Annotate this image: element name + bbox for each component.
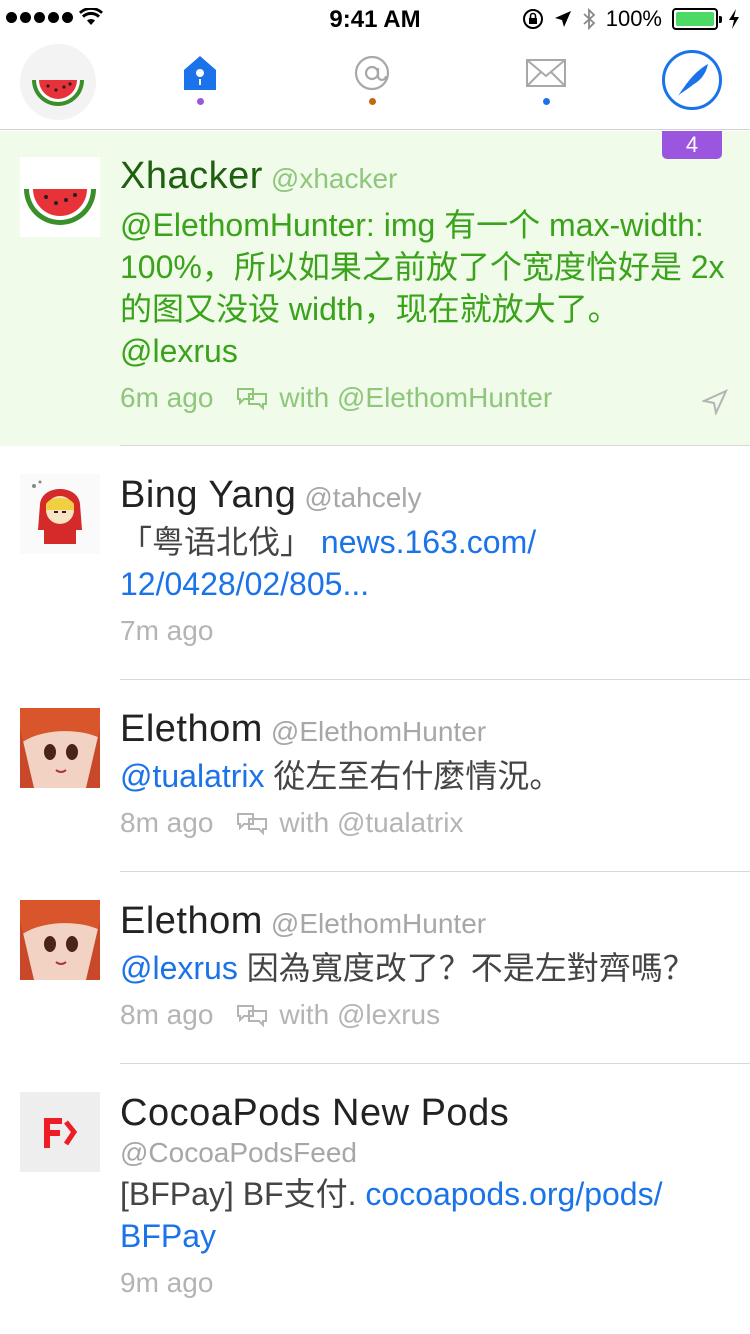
mention-link[interactable]: @lexrus	[120, 950, 238, 986]
tweet-item[interactable]: CocoaPods New Pods @CocoaPodsFeed [BFPay…	[0, 1064, 750, 1334]
bluetooth-icon	[583, 8, 596, 30]
nav-bar	[0, 40, 750, 130]
tweet-header: Bing Yang @tahcely	[120, 474, 730, 517]
tweet-text: 「粤语北伐」 news.163.com/ 12/0428/02/805...	[120, 521, 730, 605]
tweet-time: 6m ago	[120, 382, 214, 413]
watermelon-icon	[32, 80, 84, 106]
tweet-text: [BFPay] BF支付. cocoapods.org/pods/ BFPay	[120, 1173, 730, 1257]
tweet-text: @lexrus 因為寬度改了？不是左對齊嗎？	[120, 947, 730, 989]
watermelon-icon	[24, 189, 96, 225]
user-name[interactable]: Bing Yang	[120, 474, 296, 516]
charging-icon	[729, 9, 739, 29]
location-arrow-icon	[554, 11, 571, 27]
user-handle[interactable]: @ElethomHunter	[271, 908, 486, 939]
conversation-link[interactable]: with @lexrus	[235, 999, 440, 1031]
battery-icon	[672, 8, 722, 30]
quill-icon	[678, 64, 708, 96]
avatar[interactable]	[20, 708, 100, 788]
avatar[interactable]	[20, 900, 100, 980]
conversation-link[interactable]: with @tualatrix	[235, 807, 463, 839]
hooded-girl-icon	[32, 480, 82, 544]
conversation-icon	[237, 388, 268, 411]
user-name[interactable]: CocoaPods New Pods	[120, 1092, 730, 1135]
tweet-meta: 7m ago	[120, 615, 730, 647]
tweet-text-rest: 從左至右什麼情況。	[264, 758, 562, 794]
conversation-with: with @tualatrix	[279, 807, 464, 838]
at-sign-icon	[354, 55, 390, 91]
tweet-time: 9m ago	[120, 1267, 214, 1298]
user-name[interactable]: Elethom	[120, 900, 263, 942]
tweet-text: @ElethomHunter: img 有一个 max-width: 100%，…	[120, 207, 725, 369]
status-bar: 9:41 AM 100%	[0, 0, 750, 40]
conversation-icon	[237, 1005, 268, 1028]
tab-mentions-indicator	[368, 98, 376, 105]
status-right: 100%	[522, 6, 740, 32]
battery-percent: 100%	[605, 6, 662, 31]
avatar[interactable]	[20, 157, 100, 237]
user-handle[interactable]: @xhacker	[271, 163, 397, 194]
tweet-header: CocoaPods New Pods @CocoaPodsFeed	[120, 1092, 730, 1169]
cocoapods-feed-logo-icon	[20, 1092, 100, 1172]
tweet-text-rest: 因為寬度改了？不是左對齊嗎？	[237, 950, 695, 986]
user-handle[interactable]: @CocoaPodsFeed	[120, 1137, 730, 1169]
tweet-header: Elethom @ElethomHunter	[120, 708, 730, 751]
birdhouse-icon	[184, 56, 216, 90]
conversation-with: with @ElethomHunter	[279, 382, 553, 413]
tweet-time: 7m ago	[120, 615, 214, 646]
tweet-text-prefix: 「粤语北伐」	[120, 524, 321, 560]
tweet-header: Xhacker @xhacker	[120, 155, 730, 198]
tweet-item[interactable]: Elethom @ElethomHunter @lexrus 因為寬度改了？不是左…	[0, 872, 750, 1064]
tweet-item[interactable]: 4 Xhacker @xhacker @ElethomHunter: img 有一…	[0, 131, 750, 446]
user-handle[interactable]: @ElethomHunter	[271, 716, 486, 747]
tab-messages[interactable]	[516, 54, 576, 116]
tweet-item[interactable]: Elethom @ElethomHunter @tualatrix 從左至右什麼情…	[0, 680, 750, 872]
conversation-link[interactable]: with @ElethomHunter	[235, 382, 552, 414]
user-name[interactable]: Xhacker	[120, 155, 263, 197]
tab-messages-indicator	[542, 98, 550, 105]
orientation-lock-icon	[522, 9, 543, 29]
mention-link[interactable]: @tualatrix	[120, 758, 265, 794]
user-name[interactable]: Elethom	[120, 708, 263, 750]
tweet-time: 8m ago	[120, 807, 214, 838]
account-avatar[interactable]	[20, 44, 96, 120]
tab-home[interactable]	[170, 54, 230, 116]
user-handle[interactable]: @tahcely	[304, 482, 421, 513]
timeline: 4 Xhacker @xhacker @ElethomHunter: img 有一…	[0, 131, 750, 1334]
tweet-meta: 6m ago with @ElethomHunter	[120, 382, 730, 414]
conversation-icon	[237, 813, 268, 836]
envelope-icon	[526, 59, 566, 87]
avatar[interactable]	[20, 1092, 100, 1172]
conversation-with: with @lexrus	[279, 999, 441, 1030]
avatar[interactable]	[20, 474, 100, 554]
unread-count-badge: 4	[662, 131, 722, 159]
compose-button[interactable]	[662, 50, 722, 110]
anime-girl-icon	[20, 900, 100, 980]
tweet-item[interactable]: Bing Yang @tahcely 「粤语北伐」 news.163.com/ 1…	[0, 446, 750, 680]
tweet-text-prefix: [BFPay] BF支付.	[120, 1176, 366, 1212]
tweet-meta: 8m ago with @lexrus	[120, 999, 730, 1031]
tweet-time: 8m ago	[120, 999, 214, 1030]
tab-mentions[interactable]	[342, 54, 402, 116]
anime-girl-icon	[20, 708, 100, 788]
tweet-meta: 9m ago	[120, 1267, 730, 1299]
location-arrow-icon	[702, 389, 728, 415]
tweet-header: Elethom @ElethomHunter	[120, 900, 730, 943]
tab-home-indicator	[196, 98, 204, 105]
tweet-text: @tualatrix 從左至右什麼情況。	[120, 755, 730, 797]
tweet-meta: 8m ago with @tualatrix	[120, 807, 730, 839]
